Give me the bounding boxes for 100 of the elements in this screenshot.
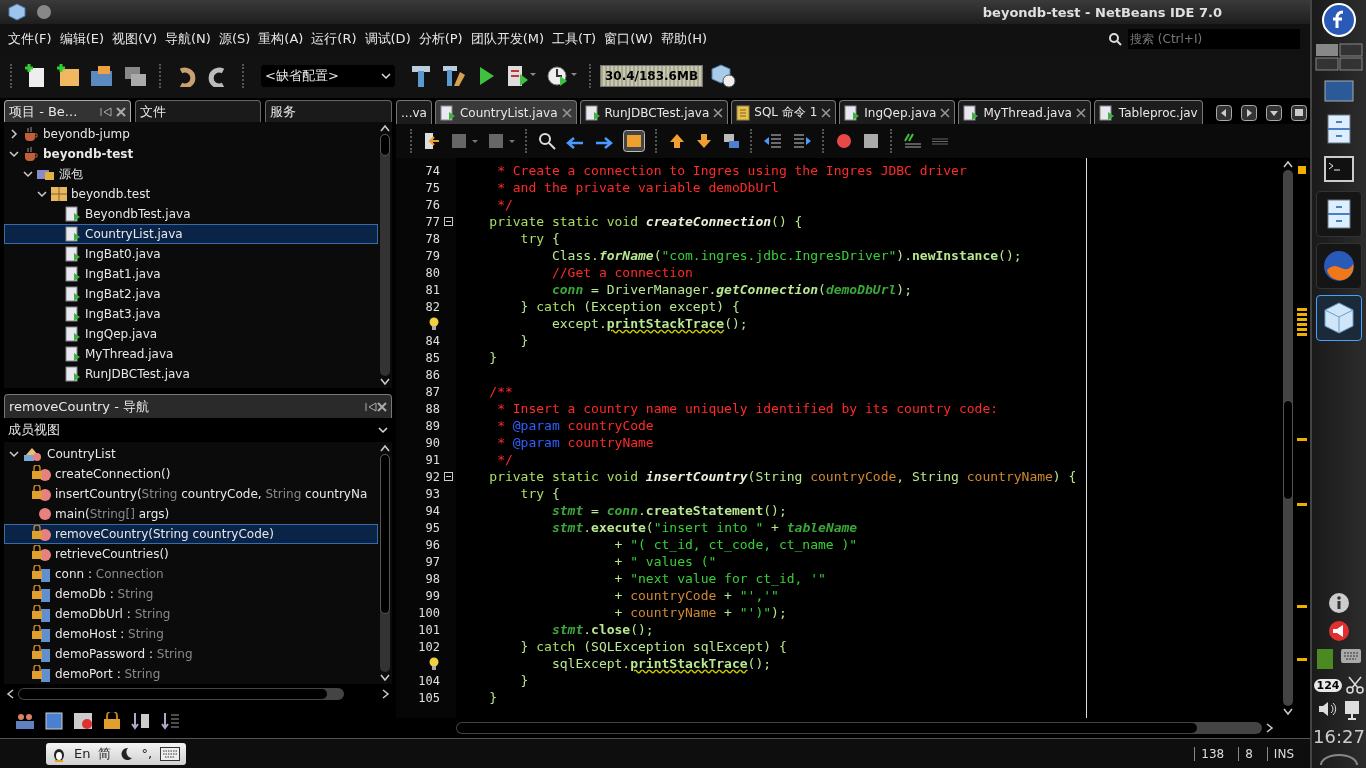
- menu-item[interactable]: 窗口(W): [600, 28, 658, 50]
- lock-field-icon: [31, 665, 51, 683]
- configuration-dropdown[interactable]: <缺省配置>: [261, 65, 395, 87]
- chevron-right-icon[interactable]: [9, 129, 19, 139]
- scrollbar-thumb[interactable]: [1283, 400, 1293, 500]
- scroll-left-button[interactable]: [1213, 102, 1235, 124]
- chevron-down-icon[interactable]: [9, 449, 19, 459]
- scrollbar[interactable]: [378, 442, 392, 684]
- member-item[interactable]: demoDb : String: [4, 584, 378, 604]
- tree-item[interactable]: IngBat3.java: [4, 304, 378, 324]
- menu-item[interactable]: 工具(T): [548, 28, 601, 50]
- keyboard-icon[interactable]: [1340, 648, 1362, 664]
- close-icon[interactable]: [377, 401, 387, 412]
- megaphone-icon[interactable]: [1327, 620, 1351, 642]
- panel-tab[interactable]: 项目 - Be...: [4, 100, 131, 122]
- speaker-icon[interactable]: [1317, 700, 1337, 718]
- minimize-icon[interactable]: [99, 106, 112, 117]
- member-item[interactable]: conn : Connection: [4, 564, 378, 584]
- menu-item[interactable]: 源(S): [214, 28, 255, 50]
- show-fields-button[interactable]: [42, 709, 66, 733]
- maximize-button[interactable]: [1288, 102, 1310, 124]
- clock[interactable]: 16:27: [1313, 726, 1365, 747]
- tree-item[interactable]: IngBat1.java: [4, 264, 378, 284]
- editor-tab[interactable]: CountryList.java: [434, 100, 577, 124]
- tree-item[interactable]: IngBat2.java: [4, 284, 378, 304]
- tree-item[interactable]: beyondb-test: [4, 144, 378, 164]
- tree-item[interactable]: IngQep.java: [4, 324, 378, 344]
- close-icon[interactable]: [1075, 107, 1086, 118]
- editor-tab[interactable]: IngQep.java: [839, 100, 956, 124]
- menu-item[interactable]: 团队开发(M): [466, 28, 549, 50]
- collapse-icon[interactable]: [443, 472, 453, 481]
- terminal-button[interactable]: [1321, 153, 1357, 185]
- member-item[interactable]: retrieveCountries(): [4, 544, 378, 564]
- tree-item[interactable]: CountryList.java: [4, 224, 378, 244]
- app-tile-icon[interactable]: [1316, 648, 1334, 670]
- scissors-icon[interactable]: [1346, 676, 1365, 694]
- tree-item[interactable]: IngBat0.java: [4, 244, 378, 264]
- member-item[interactable]: main(String[] args): [4, 504, 378, 524]
- language-toggle[interactable]: En: [74, 746, 91, 761]
- member-item[interactable]: removeCountry(String countryCode): [4, 524, 378, 544]
- editor-tab[interactable]: RunJDBCTest.java: [579, 100, 729, 124]
- menu-item[interactable]: 调试(D): [360, 28, 415, 50]
- editor-tab[interactable]: Tableproc.jav: [1093, 100, 1203, 124]
- keyboard-icon[interactable]: [160, 746, 181, 761]
- menu-item[interactable]: 编辑(E): [55, 28, 108, 50]
- tray-badge[interactable]: 124: [1313, 678, 1343, 692]
- circle-icon[interactable]: [36, 4, 52, 20]
- editor-tab[interactable]: SQL 命令 1: [731, 100, 837, 124]
- tree-item[interactable]: RunJDBCTest.java: [4, 364, 378, 384]
- tree-item[interactable]: BeyondbTest.java: [4, 204, 378, 224]
- tab-list-button[interactable]: [1263, 102, 1285, 124]
- menu-item[interactable]: 运行(R): [307, 28, 361, 50]
- taskbar-item[interactable]: [1316, 295, 1362, 341]
- menu-item[interactable]: 分析(P): [414, 28, 467, 50]
- logo-icon[interactable]: [1322, 3, 1356, 37]
- member-item[interactable]: demoPassword : String: [4, 644, 378, 664]
- lightbulb-icon: [428, 316, 440, 331]
- taskbar-item[interactable]: [1316, 243, 1362, 289]
- menu-item[interactable]: 导航(N): [161, 28, 215, 50]
- tree-item[interactable]: 源包: [4, 164, 378, 184]
- panel-tab[interactable]: 服务: [265, 100, 392, 122]
- tree-item[interactable]: MyThread.java: [4, 344, 378, 364]
- file-manager-button[interactable]: [1324, 111, 1354, 147]
- member-item[interactable]: demoDbUrl : String: [4, 604, 378, 624]
- member-item[interactable]: insertCountry(String countryCode, String countryNa: [4, 484, 378, 504]
- editor-tab[interactable]: ...va: [396, 100, 432, 124]
- tree-item[interactable]: CountryList: [4, 444, 378, 464]
- memory-meter[interactable]: 30.4/183.6MB: [600, 65, 704, 87]
- tree-item[interactable]: beyondb-jump: [4, 124, 378, 144]
- tree-item[interactable]: beyondb.test: [4, 184, 378, 204]
- sort-alpha-icon: [131, 712, 151, 730]
- menu-item[interactable]: 重构(A): [254, 28, 308, 50]
- script-toggle[interactable]: 简: [98, 744, 112, 763]
- close-icon[interactable]: [115, 106, 126, 117]
- taskbar-item[interactable]: [1316, 191, 1362, 237]
- scroll-right-button[interactable]: [1238, 102, 1260, 124]
- close-icon[interactable]: [561, 107, 572, 118]
- desktop-button[interactable]: [1321, 77, 1357, 105]
- punctuation-toggle[interactable]: °,: [141, 746, 153, 761]
- scrollbar[interactable]: [378, 122, 392, 388]
- scrollbar-thumb[interactable]: [380, 134, 390, 156]
- member-item[interactable]: demoPort : String: [4, 664, 378, 684]
- minimize-icon[interactable]: [365, 401, 377, 412]
- moon-icon[interactable]: [119, 746, 134, 761]
- menu-item[interactable]: 文件(F): [4, 28, 56, 50]
- member-item[interactable]: createConnection(): [4, 464, 378, 484]
- member-item[interactable]: demoHost : String: [4, 624, 378, 644]
- scrollbar-thumb[interactable]: [380, 454, 390, 614]
- menu-item[interactable]: 帮助(H): [657, 28, 712, 50]
- highlight-toggle-button[interactable]: [620, 127, 648, 155]
- menu-item[interactable]: 视图(V): [108, 28, 162, 50]
- info-icon[interactable]: [1328, 592, 1350, 614]
- collapse-icon[interactable]: [443, 217, 453, 226]
- close-icon[interactable]: [713, 107, 724, 118]
- close-icon[interactable]: [821, 107, 832, 118]
- scrollbar[interactable]: [1280, 158, 1296, 718]
- workspace-switcher-icon[interactable]: [1315, 43, 1363, 71]
- panel-tab[interactable]: 文件: [134, 100, 262, 122]
- close-icon[interactable]: [940, 107, 951, 118]
- editor-tab[interactable]: MyThread.java: [958, 100, 1091, 124]
